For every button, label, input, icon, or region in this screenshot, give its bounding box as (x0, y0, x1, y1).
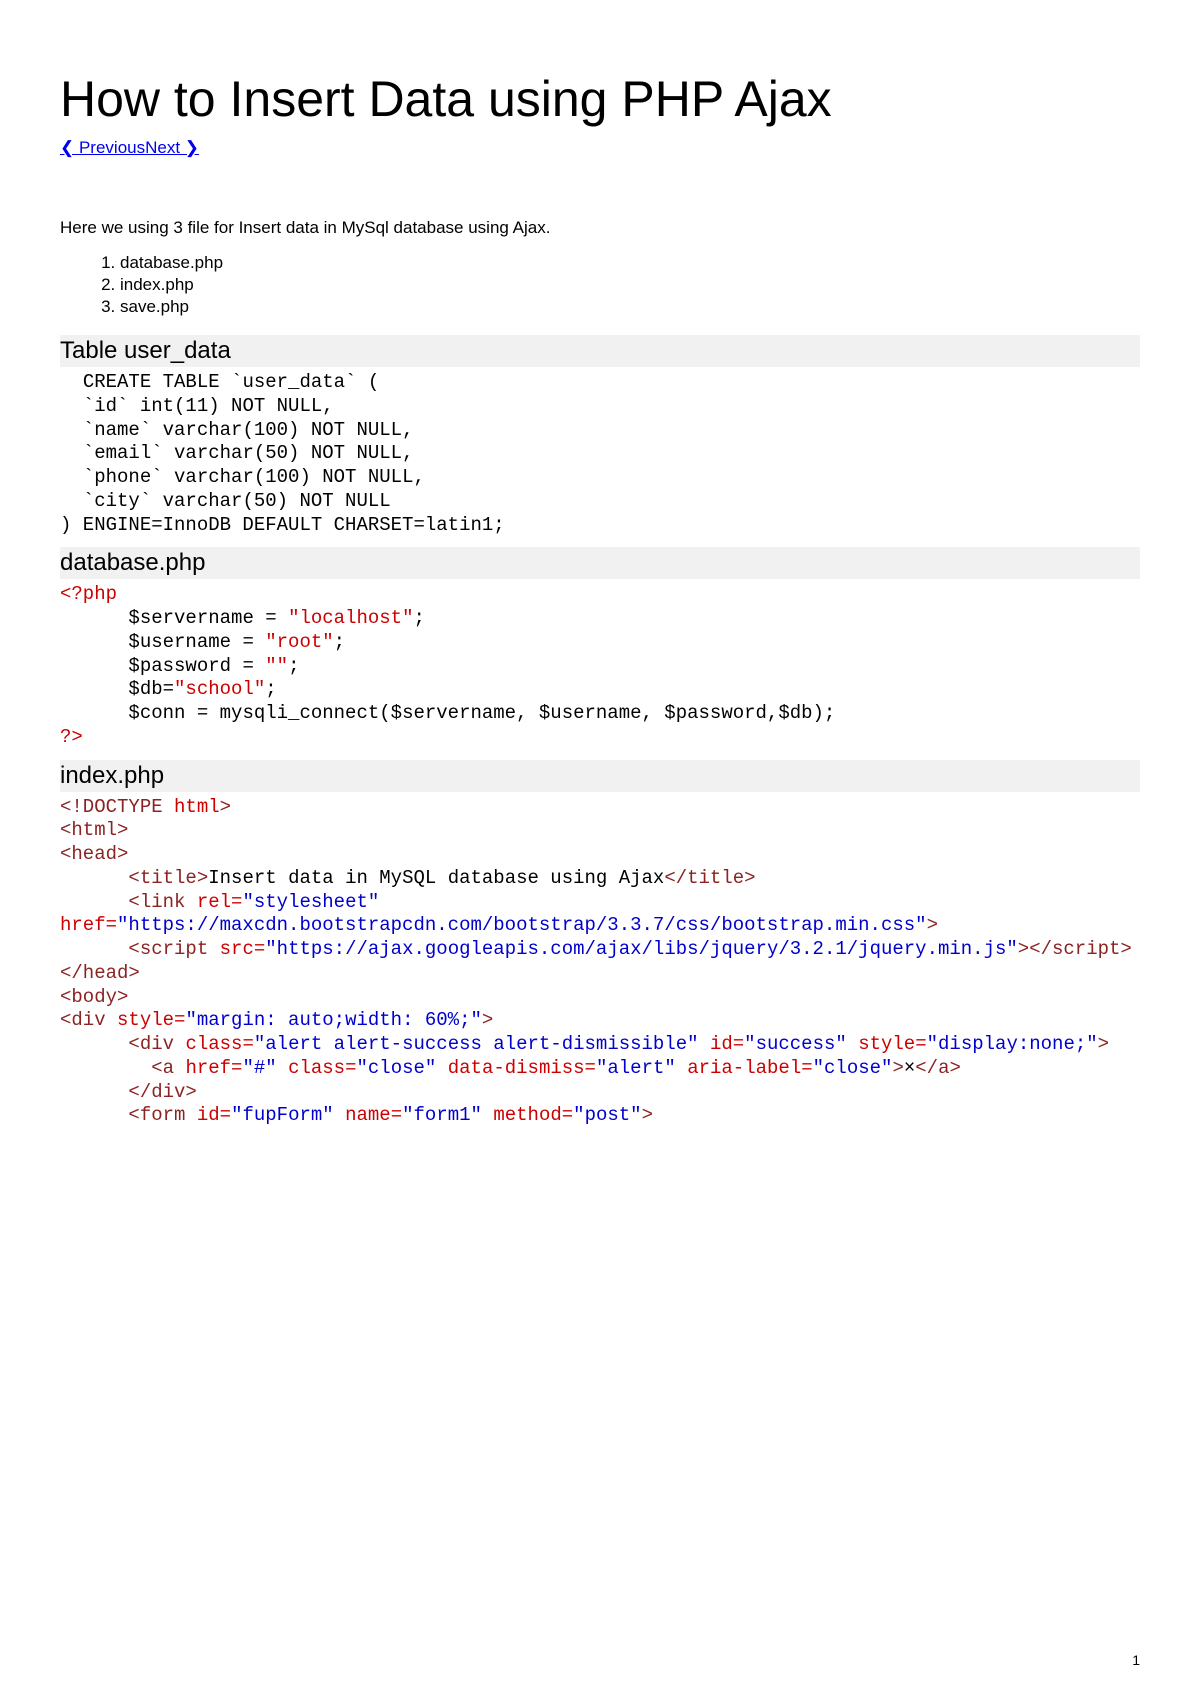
code-block-php: <?php $servername = "localhost"; $userna… (60, 583, 1140, 749)
code-block-html: <!DOCTYPE html> <html> <head> <title>Ins… (60, 796, 1140, 1129)
list-item: database.php (120, 253, 1140, 273)
section-heading-database: database.php (60, 547, 1140, 579)
page-title: How to Insert Data using PHP Ajax (60, 70, 1140, 128)
intro-text: Here we using 3 file for Insert data in … (60, 218, 1140, 238)
next-link[interactable]: Next ❯ (145, 138, 199, 157)
list-item: save.php (120, 297, 1140, 317)
section-heading-table: Table user_data (60, 335, 1140, 367)
section-heading-index: index.php (60, 760, 1140, 792)
previous-link[interactable]: ❮ Previous (60, 138, 145, 157)
page-number: 1 (1132, 1652, 1140, 1668)
file-list: database.php index.php save.php (60, 253, 1140, 317)
list-item: index.php (120, 275, 1140, 295)
nav-links: ❮ PreviousNext ❯ (60, 138, 1140, 158)
code-block-sql: CREATE TABLE `user_data` ( `id` int(11) … (60, 371, 1140, 537)
